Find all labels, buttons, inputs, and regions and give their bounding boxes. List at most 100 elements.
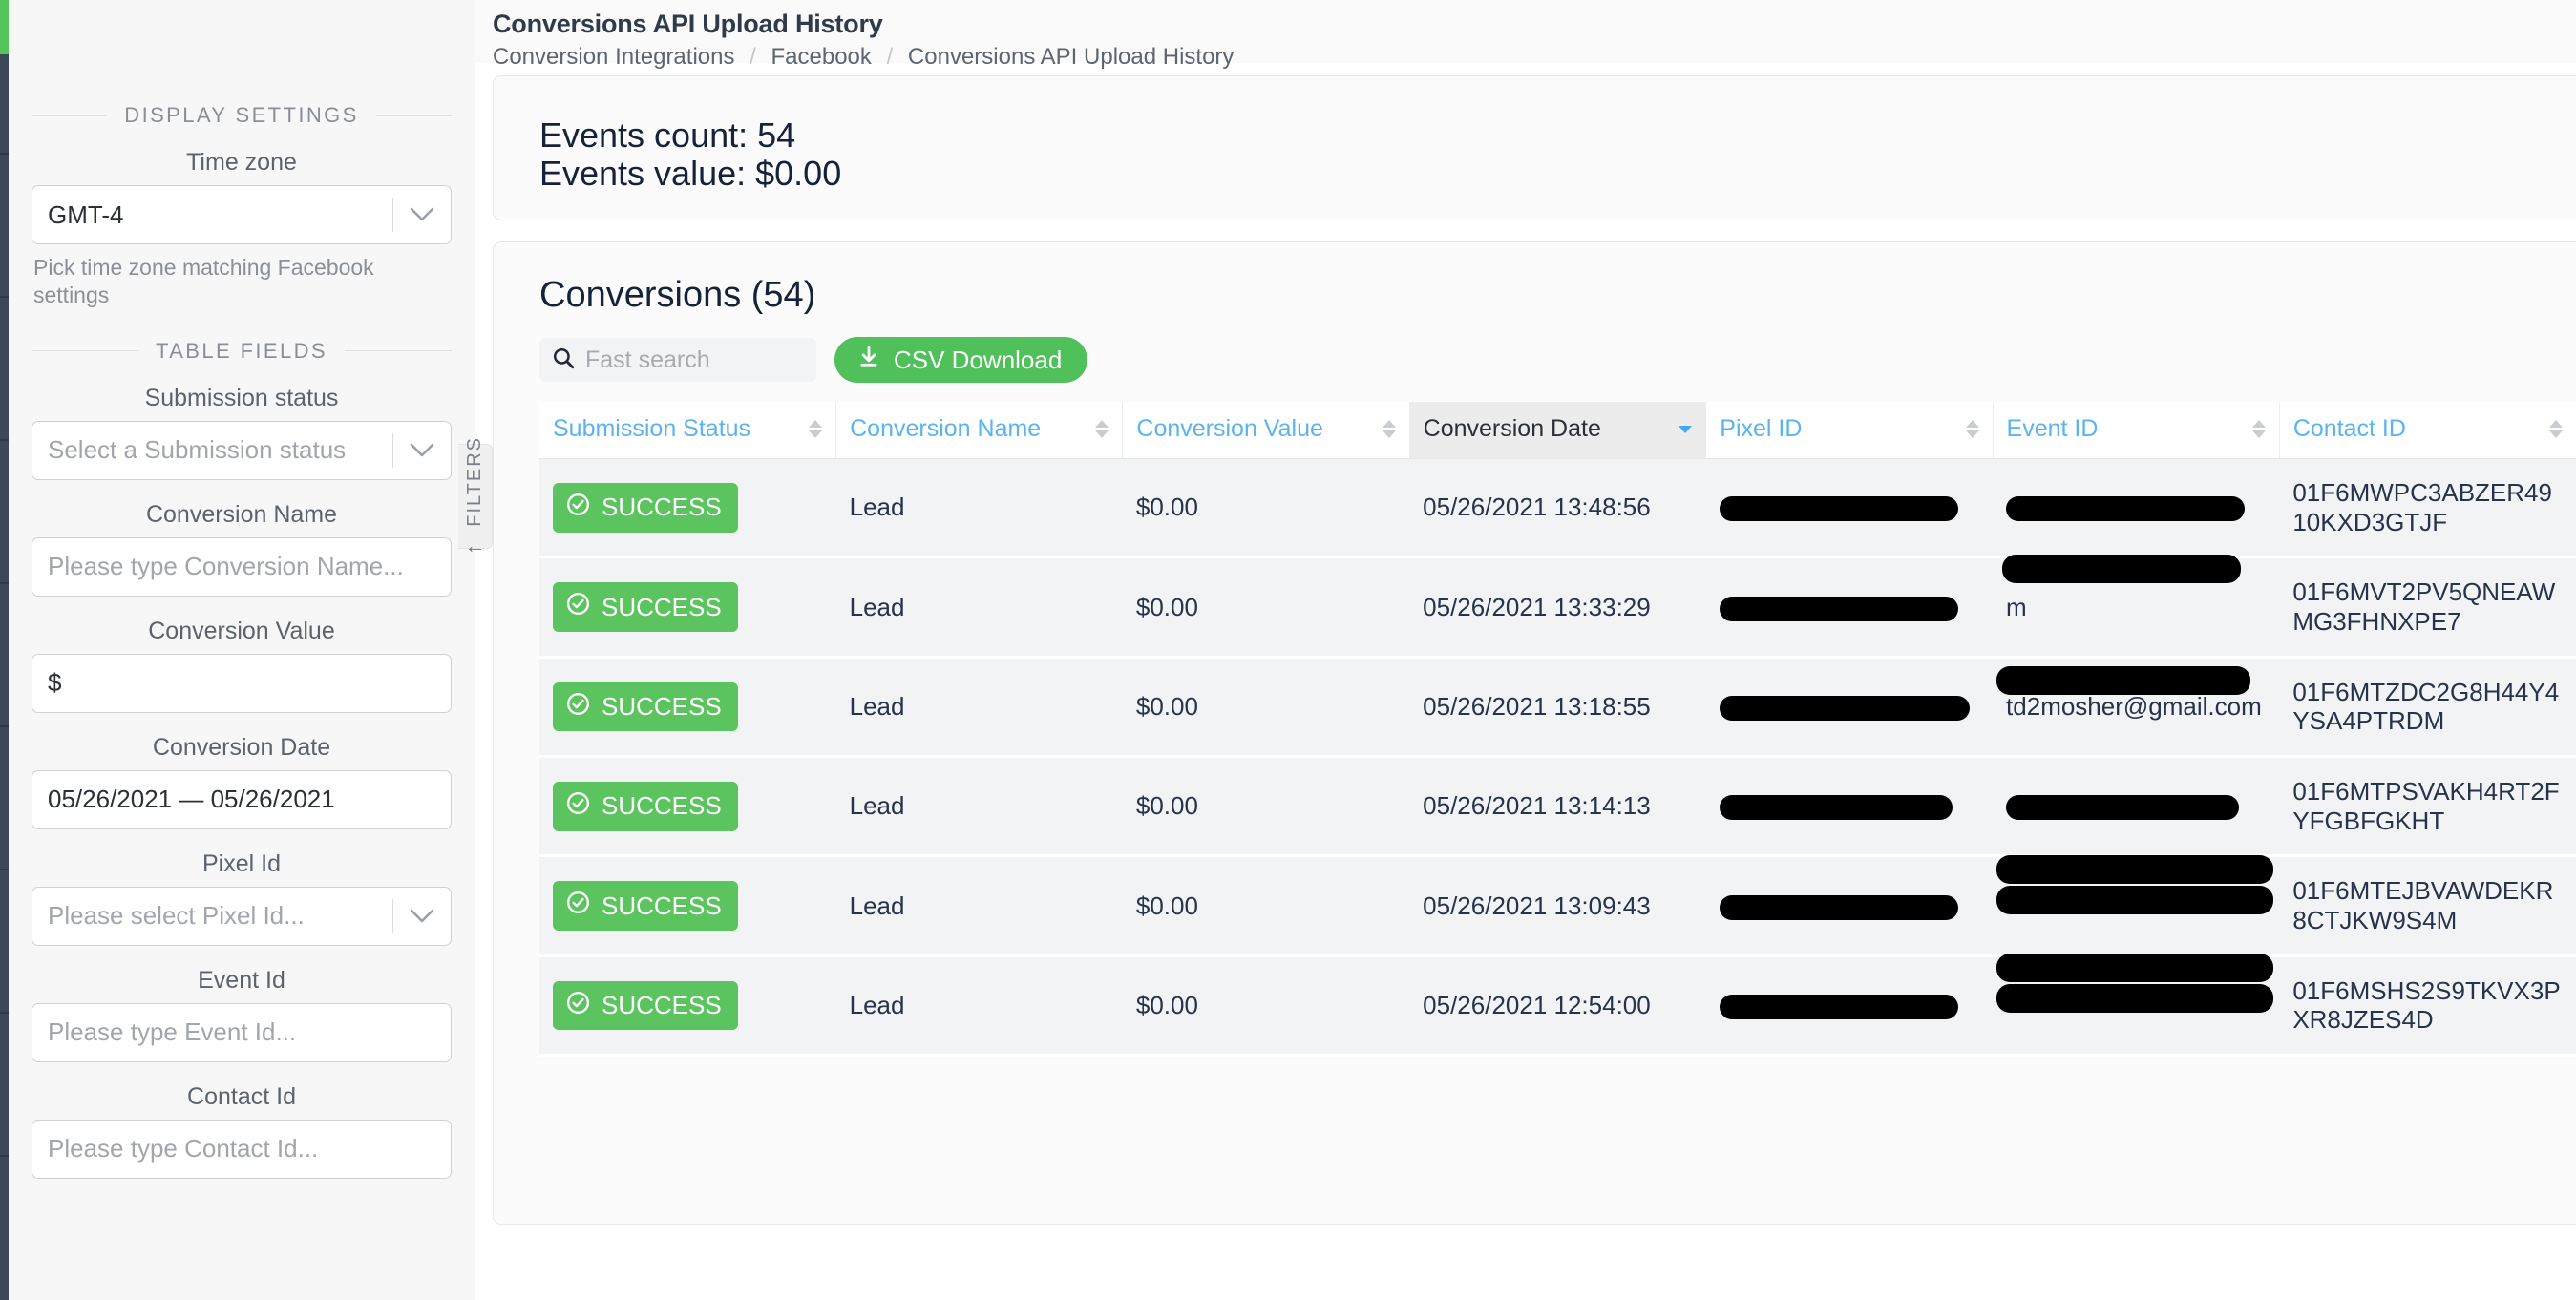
cell-conversion-date: 05/26/2021 13:48:56	[1409, 458, 1706, 559]
column-header-conversion-value[interactable]: Conversion Value	[1122, 402, 1410, 459]
cell-contact-id: 01F6MTPSVAKH4RT2FYFGBFGKHT	[2279, 756, 2576, 858]
column-header-label: Event ID	[2006, 415, 2099, 442]
chevron-down-icon	[393, 207, 451, 222]
contact-id-placeholder: Please type Contact Id...	[48, 1134, 319, 1164]
table-row[interactable]: SUCCESS Lead $0.00 05/26/2021 13:48:56 0…	[539, 458, 2576, 559]
conversion-name-input[interactable]: Please type Conversion Name...	[32, 536, 452, 597]
conversion-date-label: Conversion Date	[152, 733, 331, 761]
cell-conversion-value: $0.00	[1122, 458, 1410, 559]
time-zone-label: Time zone	[186, 149, 297, 176]
redaction-bar	[2006, 795, 2240, 821]
redaction-bar	[1719, 496, 1958, 522]
breadcrumb-separator: /	[886, 44, 894, 70]
cell-submission-status: SUCCESS	[539, 556, 836, 659]
filters-panel-toggle[interactable]: FILTERS ←	[458, 436, 493, 556]
rail-divider	[0, 296, 9, 298]
table-header-row: Submission Status Conversion Name Conver…	[539, 402, 2576, 459]
check-circle-icon	[565, 990, 591, 1022]
table-row[interactable]: SUCCESS Lead $0.00 05/26/2021 12:54:00 0…	[539, 953, 2576, 1058]
cell-conversion-value: $0.00	[1122, 556, 1410, 659]
contact-id-label: Contact Id	[187, 1082, 296, 1110]
cell-conversion-name: Lead	[835, 657, 1123, 759]
status-badge: SUCCESS	[553, 781, 738, 831]
cell-conversion-value: $0.00	[1122, 756, 1410, 858]
sort-icon[interactable]	[1095, 420, 1109, 438]
redaction-bar	[1996, 855, 2274, 885]
column-header-contact-id[interactable]: Contact ID	[2278, 402, 2576, 459]
column-header-conversion-date[interactable]: Conversion Date	[1408, 402, 1706, 459]
cell-submission-status: SUCCESS	[539, 657, 836, 759]
sort-icon[interactable]	[2549, 420, 2563, 438]
redaction-bar	[1719, 894, 1958, 920]
cell-conversion-value: $0.00	[1122, 657, 1410, 759]
column-header-conversion-name[interactable]: Conversion Name	[835, 402, 1123, 459]
status-badge: SUCCESS	[553, 482, 738, 533]
status-badge-label: SUCCESS	[602, 592, 722, 621]
status-badge-label: SUCCESS	[602, 891, 722, 920]
column-header-pixel-id[interactable]: Pixel ID	[1705, 402, 1994, 459]
events-count-line: Events count: 54	[539, 115, 796, 155]
conversion-value-label: Conversion Value	[148, 617, 335, 644]
download-icon	[856, 345, 881, 376]
table-toolbar: Fast search CSV Download	[539, 337, 2576, 383]
column-header-label: Submission Status	[553, 415, 751, 442]
contact-id-input[interactable]: Please type Contact Id...	[32, 1119, 452, 1179]
column-header-submission-status[interactable]: Submission Status	[539, 402, 836, 459]
sort-icon[interactable]	[2251, 420, 2266, 438]
sort-descending-icon[interactable]	[1679, 425, 1693, 433]
conversion-name-placeholder: Please type Conversion Name...	[48, 552, 404, 581]
field-conversion-date: Conversion Date 05/26/2021 — 05/26/2021	[32, 734, 452, 829]
column-header-label: Contact ID	[2292, 415, 2406, 442]
cell-pixel-id	[1705, 556, 1994, 659]
table-row[interactable]: SUCCESS Lead $0.00 05/26/2021 13:18:55 t…	[539, 657, 2576, 759]
field-submission-status: Submission status Select a Submission st…	[32, 385, 452, 480]
time-zone-select[interactable]: GMT-4	[32, 185, 452, 244]
conversion-date-range-input[interactable]: 05/26/2021 — 05/26/2021	[32, 769, 452, 829]
cell-event-id	[1993, 458, 2280, 559]
sort-icon[interactable]	[1382, 420, 1396, 438]
conversion-value-input[interactable]: $	[32, 653, 452, 713]
cell-event-id: m	[1993, 555, 2280, 659]
rail-divider	[0, 582, 9, 584]
status-badge-label: SUCCESS	[602, 493, 722, 522]
conversions-title: Conversions (54)	[539, 275, 816, 315]
breadcrumb-item-facebook[interactable]: Facebook	[771, 44, 872, 70]
field-conversion-value: Conversion Value $	[32, 618, 452, 713]
status-badge-label: SUCCESS	[602, 991, 722, 1020]
redaction-bar	[1996, 886, 2274, 915]
check-circle-icon	[565, 492, 591, 524]
rail-divider	[0, 1012, 9, 1014]
sort-icon[interactable]	[809, 420, 823, 438]
content-area: Events count: 54 Events value: $0.00 Con…	[475, 75, 2576, 1225]
table-row[interactable]: SUCCESS Lead $0.00 05/26/2021 13:33:29 m	[539, 555, 2576, 659]
table-row[interactable]: SUCCESS Lead $0.00 05/26/2021 13:09:43 0…	[539, 855, 2576, 957]
breadcrumb-item-current: Conversions API Upload History	[907, 44, 1235, 70]
cell-conversion-value: $0.00	[1122, 955, 1410, 1058]
cell-pixel-id	[1705, 955, 1994, 1058]
search-input[interactable]: Fast search	[539, 338, 816, 382]
rail-accent-indicator	[0, 0, 9, 54]
check-circle-icon	[565, 591, 591, 623]
breadcrumb-item-conversion-integrations[interactable]: Conversion Integrations	[493, 44, 734, 70]
cell-conversion-date: 05/26/2021 13:33:29	[1409, 556, 1706, 659]
check-circle-icon	[565, 691, 591, 723]
cell-event-id	[1993, 855, 2280, 957]
event-id-label: Event Id	[198, 966, 285, 994]
conversion-value-value: $	[48, 668, 62, 698]
table-row[interactable]: SUCCESS Lead $0.00 05/26/2021 13:14:13 0…	[539, 756, 2576, 858]
csv-download-button[interactable]: CSV Download	[834, 337, 1088, 383]
section-header-display-settings: DISPLAY SETTINGS	[32, 103, 452, 128]
event-id-input[interactable]: Please type Event Id...	[32, 1002, 452, 1062]
submission-status-select[interactable]: Select a Submission status	[32, 420, 452, 480]
redaction-bar	[1719, 596, 1958, 621]
search-placeholder: Fast search	[585, 346, 710, 373]
pixel-id-select[interactable]: Please select Pixel Id...	[32, 886, 452, 946]
cell-conversion-name: Lead	[835, 458, 1123, 559]
cell-event-id	[1993, 953, 2280, 1058]
column-header-label: Conversion Value	[1136, 415, 1323, 442]
sort-icon[interactable]	[1965, 420, 1979, 438]
cell-event-id	[1993, 756, 2280, 858]
column-header-event-id[interactable]: Event ID	[1992, 402, 2280, 459]
breadcrumb-separator: /	[750, 44, 756, 70]
rail-divider	[0, 153, 9, 155]
